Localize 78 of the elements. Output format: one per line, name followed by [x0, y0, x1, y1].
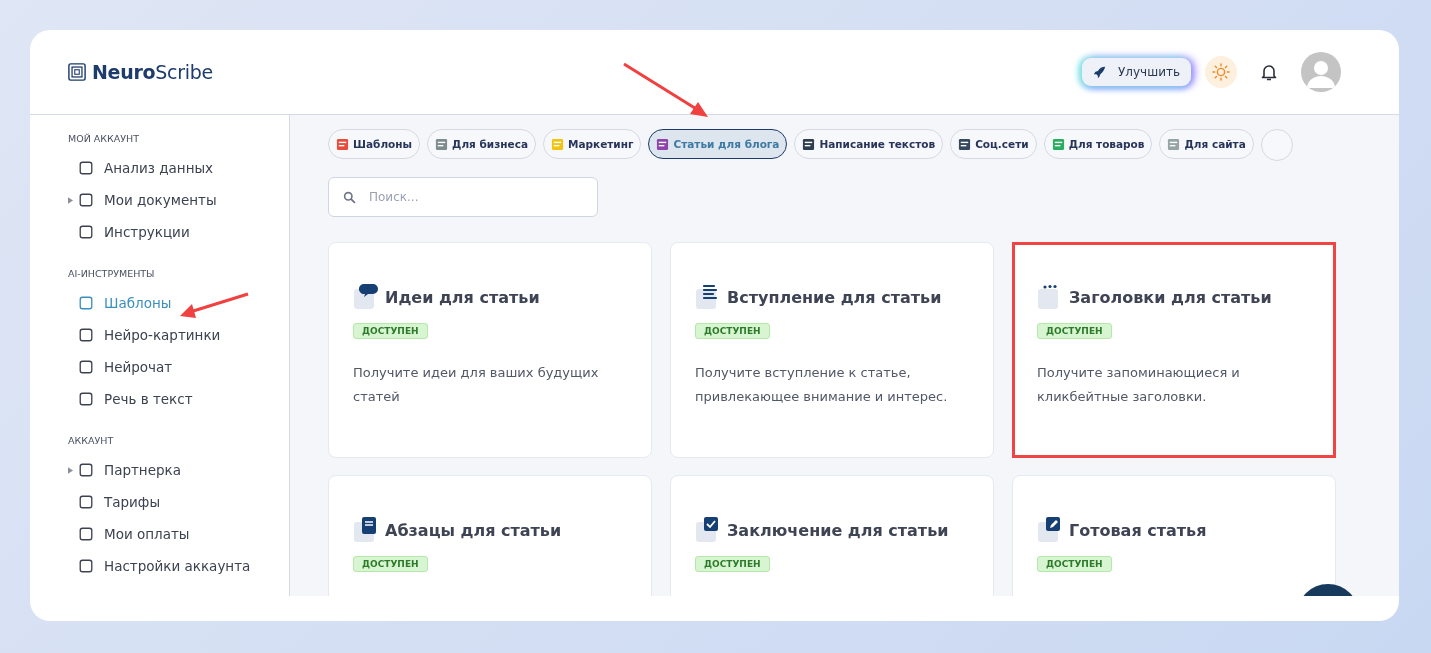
- template-description: Получите идеи для ваших будущих статей: [353, 364, 600, 406]
- template-icon: [353, 283, 379, 311]
- sidebar-item[interactable]: Тарифы: [68, 486, 289, 518]
- category-tab[interactable]: Соц.сети: [950, 129, 1037, 159]
- sidebar-item[interactable]: Мои документы: [68, 184, 289, 216]
- category-tab[interactable]: [1260, 129, 1293, 161]
- logo-text: NeuroScribe: [92, 61, 213, 83]
- template-card[interactable]: Готовая статья ДОСТУПЕН: [1012, 475, 1336, 596]
- sidebar-section-title: АККАУНТ: [68, 435, 115, 446]
- template-card[interactable]: Вступление для статьи ДОСТУПЕН Получите вступление к статье, привлекающее внимание и интерес.: [670, 242, 994, 458]
- sidebar-section-title: МОЙ АККАУНТ: [68, 133, 141, 144]
- caret-icon: [68, 196, 73, 204]
- sidebar-item[interactable]: Нейро-картинки: [68, 319, 289, 351]
- menu-item-icon: [78, 224, 94, 240]
- template-title: Идеи для статьи: [385, 287, 540, 307]
- search-field[interactable]: Поиск...: [328, 177, 598, 217]
- availability-badge: ДОСТУПЕН: [353, 556, 428, 572]
- template-card[interactable]: Заголовки для статьи ДОСТУПЕН Получите запоминающиеся и кликбейтные заголовки.: [1012, 242, 1336, 458]
- upgrade-button[interactable]: Улучшить: [1082, 58, 1191, 86]
- availability-badge: ДОСТУПЕН: [1037, 556, 1112, 572]
- sidebar-item[interactable]: Инструкции: [68, 216, 289, 248]
- category-emoji-icon: [1167, 137, 1181, 151]
- menu-item-icon: [78, 359, 94, 375]
- template-title: Заключение для статьи: [727, 520, 949, 540]
- template-card[interactable]: Абзацы для статьи ДОСТУПЕН: [328, 475, 652, 596]
- sidebar-section-title: AI-ИНСТРУМЕНТЫ: [68, 268, 156, 279]
- user-avatar[interactable]: [1301, 52, 1341, 92]
- template-card[interactable]: Заключение для статьи ДОСТУПЕН: [670, 475, 994, 596]
- template-icon: [1037, 516, 1063, 544]
- category-emoji-icon: [550, 137, 564, 151]
- category-tab[interactable]: Маркетинг: [542, 129, 642, 159]
- template-title: Вступление для статьи: [727, 287, 942, 307]
- menu-item-icon: [78, 327, 94, 343]
- menu-item-icon: [78, 192, 94, 208]
- logo-icon: [68, 63, 86, 81]
- sun-icon: [1212, 63, 1230, 81]
- category-tab[interactable]: Для сайта: [1159, 129, 1254, 159]
- menu-item-icon: [78, 526, 94, 542]
- category-tab[interactable]: Шаблоны: [328, 129, 421, 159]
- sidebar-item[interactable]: Партнерка: [68, 454, 289, 486]
- category-emoji-icon: [336, 137, 349, 151]
- availability-badge: ДОСТУПЕН: [353, 323, 428, 339]
- theme-toggle-button[interactable]: [1205, 56, 1237, 88]
- category-emoji-icon: [435, 137, 449, 151]
- availability-badge: ДОСТУПЕН: [1037, 323, 1112, 339]
- menu-item-icon: [78, 558, 94, 574]
- category-tab[interactable]: Статьи для блога: [648, 129, 788, 159]
- category-tab[interactable]: Для товаров: [1043, 129, 1153, 159]
- caret-icon: [68, 466, 73, 474]
- template-icon: [695, 516, 721, 544]
- category-emoji-icon: [1051, 137, 1065, 151]
- availability-badge: ДОСТУПЕН: [695, 556, 770, 572]
- rocket-icon: [1093, 65, 1106, 79]
- category-emoji-icon: [958, 137, 972, 151]
- menu-item-icon: [78, 391, 94, 407]
- menu-item-icon: [78, 160, 94, 176]
- notification-bell-icon[interactable]: [1259, 62, 1279, 82]
- menu-item-icon: [78, 462, 94, 478]
- template-title: Абзацы для статьи: [385, 520, 562, 540]
- template-title: Готовая статья: [1069, 520, 1207, 540]
- sidebar-item[interactable]: Настройки аккаунта: [68, 550, 289, 582]
- sidebar-item[interactable]: Нейрочат: [68, 351, 289, 383]
- menu-item-icon: [78, 494, 94, 510]
- sidebar-item[interactable]: Речь в текст: [68, 383, 289, 415]
- category-tab[interactable]: Написание текстов: [794, 129, 944, 159]
- template-icon: [353, 516, 379, 544]
- category-emoji-icon: [802, 137, 816, 151]
- availability-badge: ДОСТУПЕН: [695, 323, 770, 339]
- template-description: Получите запоминающиеся и кликбейтные заголовки.: [1037, 364, 1241, 406]
- category-tab[interactable]: Для бизнеса: [427, 129, 536, 159]
- sidebar-item[interactable]: Шаблоны: [68, 287, 289, 319]
- template-title: Заголовки для статьи: [1069, 287, 1272, 307]
- menu-item-icon: [78, 295, 94, 311]
- template-card[interactable]: Идеи для статьи ДОСТУПЕН Получите идеи для ваших будущих статей: [328, 242, 652, 458]
- sidebar-item[interactable]: Анализ данных: [68, 152, 289, 184]
- template-description: Получите вступление к статье, привлекающее внимание и интерес.: [695, 364, 949, 406]
- category-emoji-icon: [656, 137, 670, 151]
- sidebar-item[interactable]: Мои оплаты: [68, 518, 289, 550]
